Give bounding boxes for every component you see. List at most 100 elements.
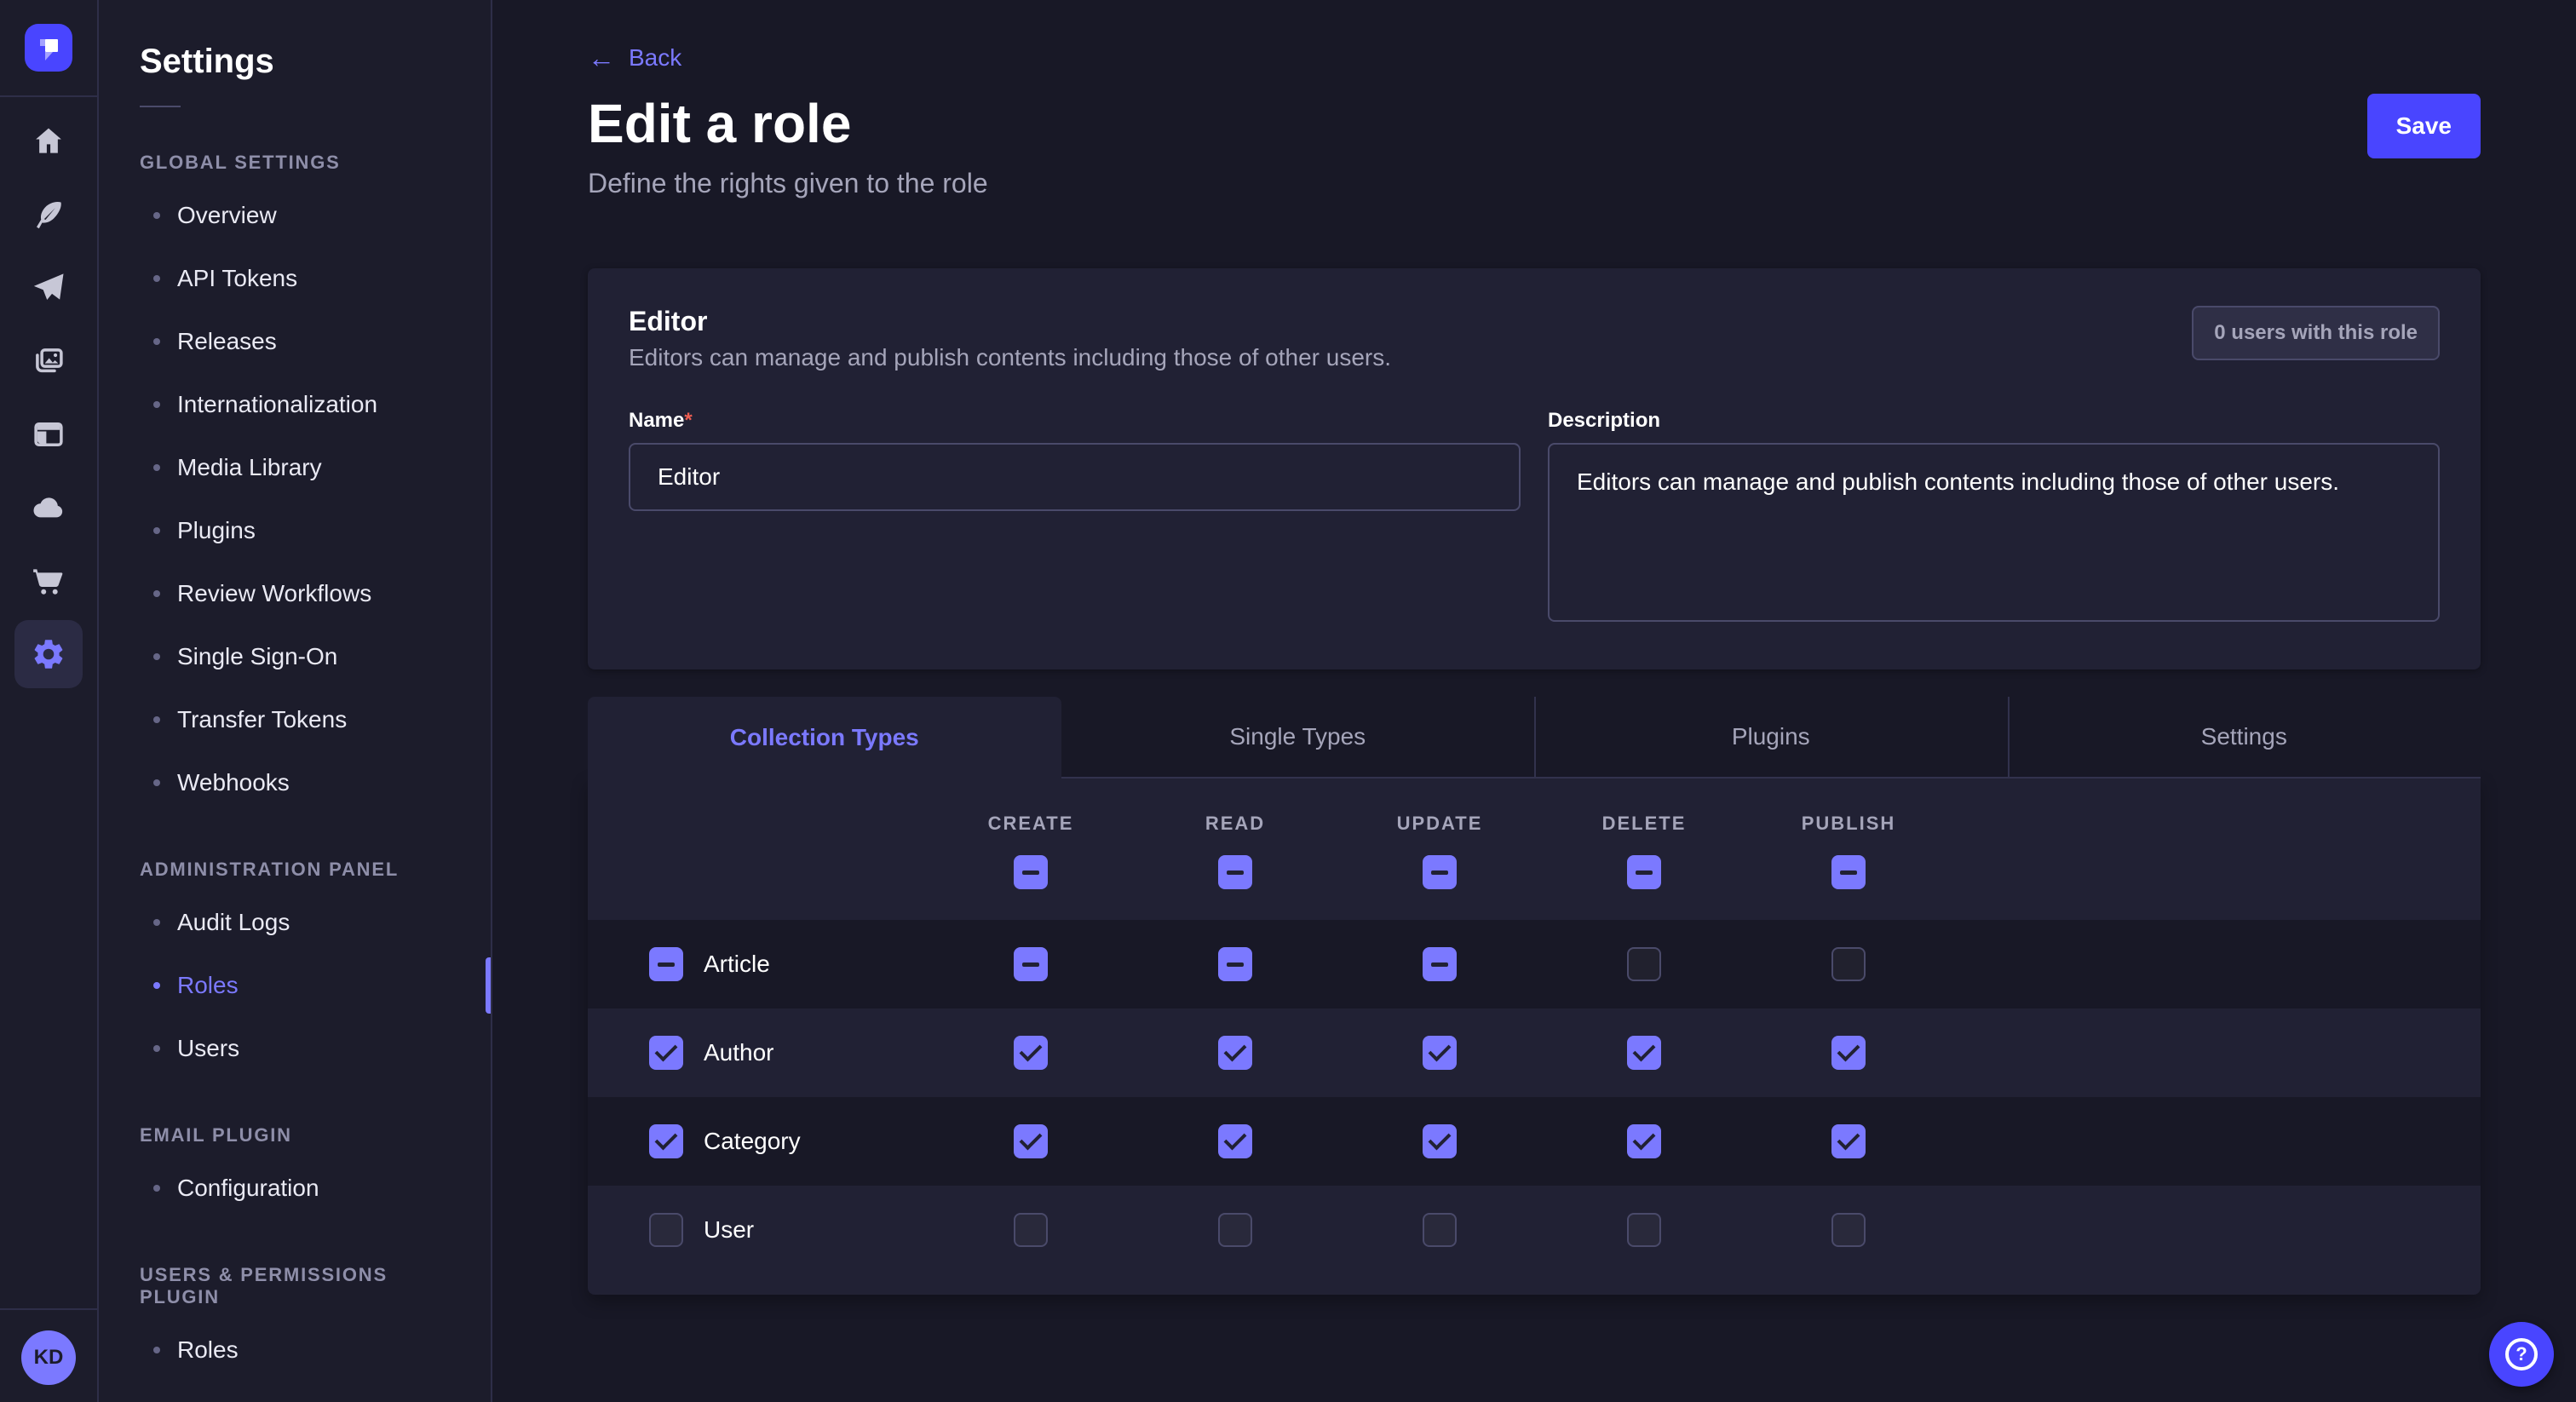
user-create-checkbox[interactable] <box>1014 1213 1048 1247</box>
select-all-checkboxes <box>929 855 2481 889</box>
column-label-delete: DELETE <box>1542 813 1746 835</box>
user-publish-checkbox[interactable] <box>1831 1213 1866 1247</box>
article-create-checkbox[interactable] <box>1014 947 1048 981</box>
user-read-checkbox[interactable] <box>1218 1213 1252 1247</box>
settings-gear-icon[interactable] <box>14 620 83 688</box>
author-delete-checkbox[interactable] <box>1627 1036 1661 1070</box>
sidebar-item-label: Configuration <box>177 1175 319 1202</box>
sidebar-item-single-sign-on[interactable]: Single Sign-On <box>99 625 491 688</box>
table-row-article: Article <box>588 920 2481 1008</box>
users-with-role-badge[interactable]: 0 users with this role <box>2192 306 2440 360</box>
select-all-read-checkbox[interactable] <box>1218 855 1252 889</box>
marketplace-cart-icon[interactable] <box>14 547 83 615</box>
permission-cell <box>1542 1036 1746 1070</box>
author-row-checkbox[interactable] <box>649 1036 683 1070</box>
user-delete-checkbox[interactable] <box>1627 1213 1661 1247</box>
cloud-icon[interactable] <box>14 474 83 542</box>
article-row-checkbox[interactable] <box>649 947 683 981</box>
content-manager-feather-icon[interactable] <box>14 181 83 249</box>
permission-cell <box>929 1036 1133 1070</box>
user-update-checkbox[interactable] <box>1423 1213 1457 1247</box>
permission-cell <box>929 947 1133 981</box>
sidebar-item-media-library[interactable]: Media Library <box>99 436 491 499</box>
permissions-section: Collection Types Single Types Plugins Se… <box>588 697 2481 1295</box>
article-delete-checkbox[interactable] <box>1627 947 1661 981</box>
back-arrow-icon: ← <box>588 44 615 72</box>
category-row-checkbox[interactable] <box>649 1124 683 1158</box>
help-button[interactable]: ? <box>2489 1322 2554 1387</box>
sidebar-item-label: Media Library <box>177 454 322 481</box>
sidebar-item-internationalization[interactable]: Internationalization <box>99 373 491 436</box>
sidebar-item-webhooks[interactable]: Webhooks <box>99 751 491 814</box>
permission-cell <box>1337 947 1542 981</box>
role-name-input[interactable] <box>629 443 1521 511</box>
tab-collection-types[interactable]: Collection Types <box>588 697 1061 779</box>
sidebar-item-label: Audit Logs <box>177 909 290 936</box>
column-label-create: CREATE <box>929 813 1133 835</box>
role-description-textarea[interactable]: Editors can manage and publish contents … <box>1548 443 2440 622</box>
category-read-checkbox[interactable] <box>1218 1124 1252 1158</box>
user-row-checkbox[interactable] <box>649 1213 683 1247</box>
page-subtitle: Define the rights given to the role <box>588 166 2481 200</box>
category-publish-checkbox[interactable] <box>1831 1124 1866 1158</box>
article-read-checkbox[interactable] <box>1218 947 1252 981</box>
permissions-tabs: Collection Types Single Types Plugins Se… <box>588 697 2481 779</box>
layout-builder-icon[interactable] <box>14 400 83 468</box>
sidebar-section-global-settings: GLOBAL SETTINGS Overview API Tokens Rele… <box>99 152 491 814</box>
sidebar-item-overview[interactable]: Overview <box>99 184 491 247</box>
tab-single-types[interactable]: Single Types <box>1061 697 1535 779</box>
strapi-logo-icon <box>25 24 72 72</box>
strapi-logo[interactable] <box>25 24 72 72</box>
article-publish-checkbox[interactable] <box>1831 947 1866 981</box>
permission-cell <box>1133 1213 1337 1247</box>
sidebar-item-label: Overview <box>177 202 277 229</box>
permission-cell <box>1542 1124 1746 1158</box>
sidebar-item-users[interactable]: Users <box>99 1017 491 1080</box>
category-delete-checkbox[interactable] <box>1627 1124 1661 1158</box>
sidebar-item-plugins[interactable]: Plugins <box>99 499 491 562</box>
sidebar-item-releases[interactable]: Releases <box>99 310 491 373</box>
author-update-checkbox[interactable] <box>1423 1036 1457 1070</box>
select-all-create-checkbox[interactable] <box>1014 855 1048 889</box>
permission-cell <box>1133 947 1337 981</box>
rail-header <box>0 0 97 97</box>
save-button[interactable]: Save <box>2367 94 2481 158</box>
article-update-checkbox[interactable] <box>1423 947 1457 981</box>
tab-plugins[interactable]: Plugins <box>1534 697 2008 779</box>
permission-cell <box>1746 1124 1951 1158</box>
select-all-publish-checkbox[interactable] <box>1831 855 1866 889</box>
sidebar-item-up-providers[interactable]: Providers <box>99 1382 491 1402</box>
sidebar-item-review-workflows[interactable]: Review Workflows <box>99 562 491 625</box>
sidebar-item-label: Releases <box>177 328 277 355</box>
sidebar-item-label: Plugins <box>177 517 256 544</box>
sidebar-item-label: Roles <box>177 1336 239 1364</box>
role-card-header: Editor Editors can manage and publish co… <box>629 306 2440 371</box>
paper-plane-icon[interactable] <box>14 254 83 322</box>
back-link[interactable]: ← Back <box>588 44 681 72</box>
tab-settings[interactable]: Settings <box>2008 697 2481 779</box>
author-read-checkbox[interactable] <box>1218 1036 1252 1070</box>
table-row-category: Category <box>588 1097 2481 1186</box>
media-library-images-icon[interactable] <box>14 327 83 395</box>
required-asterisk: * <box>684 409 692 432</box>
author-publish-checkbox[interactable] <box>1831 1036 1866 1070</box>
sidebar-item-roles-active[interactable]: Roles <box>99 954 491 1017</box>
category-update-checkbox[interactable] <box>1423 1124 1457 1158</box>
home-icon[interactable] <box>14 107 83 175</box>
sidebar-item-transfer-tokens[interactable]: Transfer Tokens <box>99 688 491 751</box>
permission-cell <box>1133 1124 1337 1158</box>
user-avatar[interactable]: KD <box>21 1330 76 1385</box>
name-label-text: Name <box>629 409 684 432</box>
sidebar-item-up-roles[interactable]: Roles <box>99 1319 491 1382</box>
row-name-cell: Category <box>588 1124 929 1158</box>
select-all-update-checkbox[interactable] <box>1423 855 1457 889</box>
sidebar-item-api-tokens[interactable]: API Tokens <box>99 247 491 310</box>
sidebar-item-configuration[interactable]: Configuration <box>99 1157 491 1220</box>
row-name-cell: Author <box>588 1036 929 1070</box>
select-all-delete-checkbox[interactable] <box>1627 855 1661 889</box>
category-create-checkbox[interactable] <box>1014 1124 1048 1158</box>
permission-cell <box>929 1213 1133 1247</box>
author-create-checkbox[interactable] <box>1014 1036 1048 1070</box>
sidebar-item-label: Single Sign-On <box>177 643 337 670</box>
sidebar-item-audit-logs[interactable]: Audit Logs <box>99 891 491 954</box>
